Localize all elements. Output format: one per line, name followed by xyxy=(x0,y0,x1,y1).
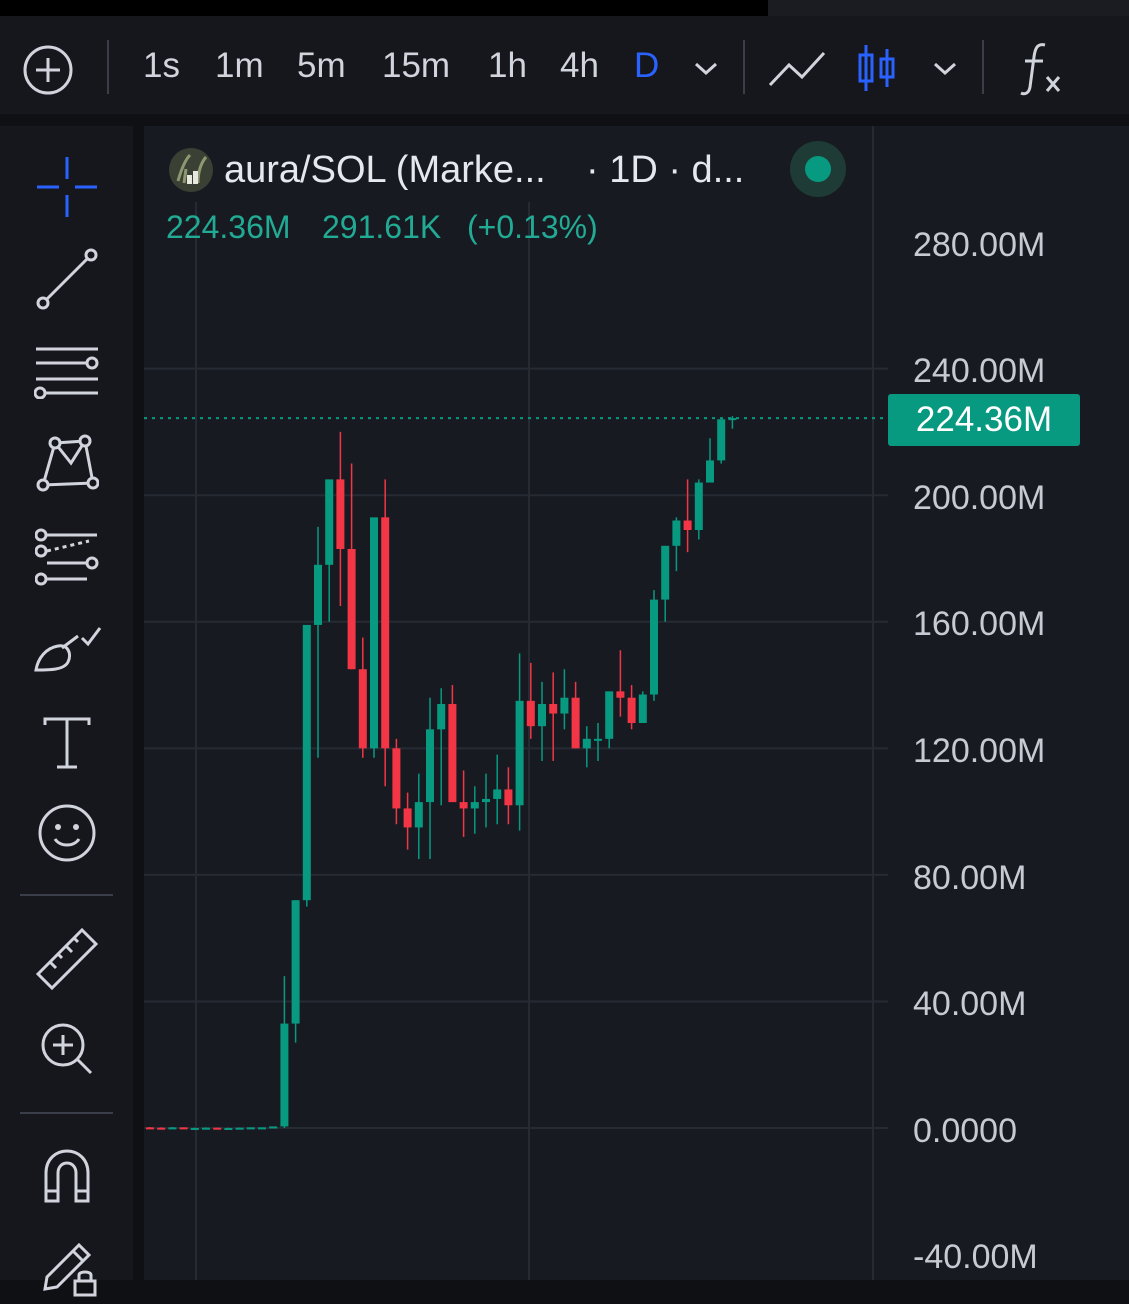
price-axis-label: 280.00M xyxy=(913,226,1046,264)
candle-body xyxy=(706,460,714,483)
candle-body xyxy=(538,704,546,727)
candle-body xyxy=(213,1127,222,1130)
candle-body xyxy=(426,729,434,803)
candle-body xyxy=(403,808,412,828)
price-axis-label: 0.0000 xyxy=(913,1112,1017,1150)
candle-body xyxy=(672,520,681,546)
candle-body xyxy=(627,697,636,724)
candle-body xyxy=(437,704,446,730)
candle-body xyxy=(157,1127,166,1130)
candle-body xyxy=(302,624,311,901)
candle-body xyxy=(717,419,726,461)
price-axis-label: 200.00M xyxy=(913,479,1046,517)
candle-body xyxy=(381,517,390,749)
candle-body xyxy=(683,520,692,531)
symbol-title[interactable]: aura/SOL (Marke... xyxy=(224,148,546,192)
candle-body xyxy=(336,479,345,549)
price-axis-label: 240.00M xyxy=(913,352,1046,390)
candle-body xyxy=(482,798,490,803)
candle-body xyxy=(325,479,334,565)
candle-body xyxy=(314,564,322,625)
change-percent: (+0.13%) xyxy=(467,209,598,245)
candle-body xyxy=(235,1127,244,1130)
candle-body xyxy=(168,1127,177,1130)
candle-body xyxy=(661,545,670,600)
candle-body xyxy=(448,704,457,803)
candle-body xyxy=(190,1128,199,1130)
candle-body xyxy=(594,738,602,741)
candle-body xyxy=(280,1023,289,1127)
candle-body xyxy=(414,802,423,828)
candle-body xyxy=(179,1127,188,1130)
candle-body xyxy=(291,900,300,1024)
candle-body xyxy=(571,697,580,749)
candle-body xyxy=(638,694,647,724)
live-status-indicator xyxy=(790,141,846,197)
candle-body xyxy=(258,1127,266,1130)
candle-body xyxy=(370,517,378,749)
candle-body xyxy=(224,1128,233,1130)
candle-body xyxy=(504,789,513,806)
interval-source: · 1D · d... xyxy=(586,149,745,191)
change-value: 291.61K xyxy=(322,209,442,245)
candle-body xyxy=(650,599,658,695)
candle-body xyxy=(347,548,356,670)
candle-body xyxy=(694,482,703,531)
candle-body xyxy=(392,748,401,809)
candle-body xyxy=(526,700,535,727)
candle-body xyxy=(549,704,558,714)
candle-body xyxy=(146,1127,154,1130)
candle-body xyxy=(459,802,468,809)
last-price-value: 224.36M xyxy=(166,209,291,245)
price-axis-label: -40.00M xyxy=(913,1238,1038,1276)
candle-body xyxy=(202,1127,210,1130)
price-axis-label: 80.00M xyxy=(913,859,1027,897)
candle-body xyxy=(246,1127,255,1130)
candle-body xyxy=(358,669,367,749)
candle-body xyxy=(616,691,625,698)
candle-body xyxy=(605,691,614,739)
current-price-tag: 224.36M xyxy=(888,394,1080,446)
live-status-dot xyxy=(805,156,831,182)
candle-body xyxy=(470,802,479,809)
candle-body xyxy=(582,738,591,749)
candle-body xyxy=(560,697,569,714)
candle-body xyxy=(269,1126,278,1129)
price-axis-label: 160.00M xyxy=(913,605,1046,643)
price-axis-label: 40.00M xyxy=(913,985,1027,1023)
candle-body xyxy=(493,789,502,799)
price-axis-label: 120.00M xyxy=(913,732,1046,770)
candle-body xyxy=(515,700,524,806)
